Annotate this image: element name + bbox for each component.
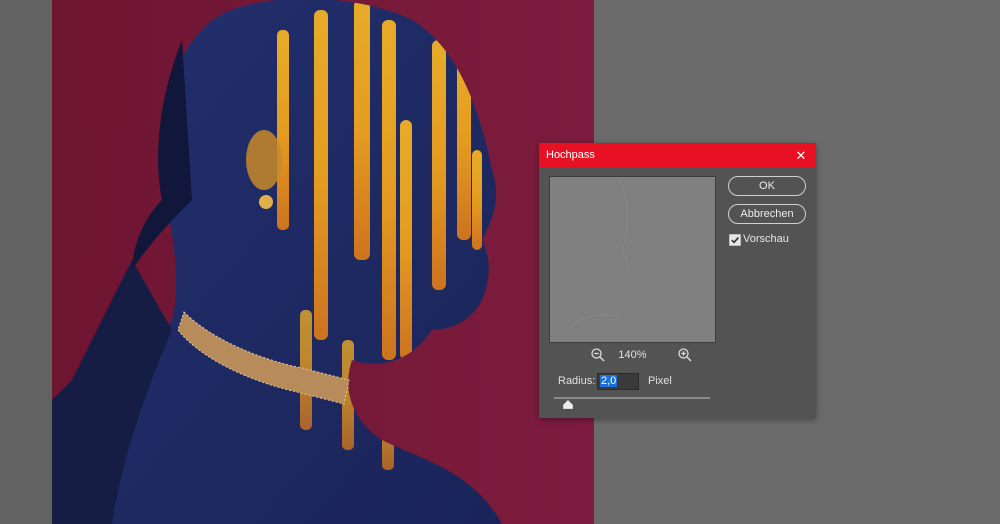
zoom-controls: 140% (549, 346, 716, 364)
radius-slider-thumb[interactable] (563, 400, 574, 409)
zoom-in-icon[interactable] (677, 347, 693, 363)
highpass-preview-image (569, 181, 628, 328)
portrait-photo (52, 0, 594, 524)
close-icon[interactable]: ✕ (791, 146, 811, 166)
dialog-titlebar[interactable]: Hochpass ✕ (540, 144, 815, 168)
cancel-button[interactable]: Abbrechen (728, 204, 806, 224)
radius-row: Radius: 2,0 Pixel (558, 373, 798, 391)
checkmark-icon (731, 237, 739, 244)
highpass-dialog: Hochpass ✕ 140% Radius: 2,0 Pixel OK Abb… (539, 143, 816, 418)
radius-slider-track[interactable] (554, 397, 710, 399)
document-canvas[interactable] (52, 0, 594, 524)
radius-value: 2,0 (600, 375, 618, 387)
radius-input[interactable]: 2,0 (597, 373, 639, 390)
ok-button[interactable]: OK (728, 176, 806, 196)
dialog-title: Hochpass (546, 149, 595, 161)
radius-label: Radius: (558, 375, 596, 387)
preview-checkbox[interactable] (729, 234, 741, 246)
preview-label: Vorschau (743, 233, 789, 245)
filter-preview[interactable] (549, 176, 716, 343)
workspace-left-gutter (0, 0, 52, 524)
radius-unit: Pixel (648, 375, 672, 387)
